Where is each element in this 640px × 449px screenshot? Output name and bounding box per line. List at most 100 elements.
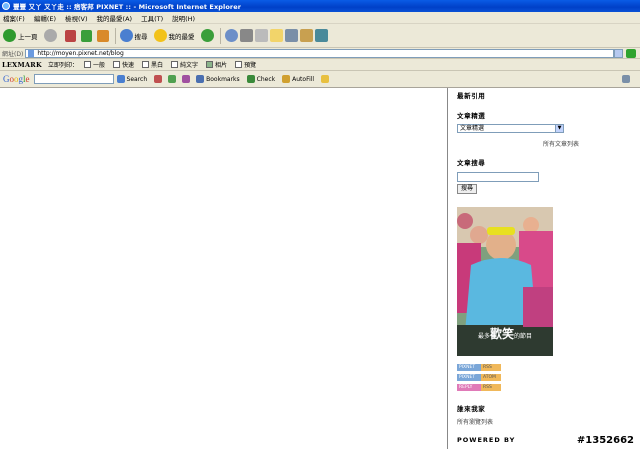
bookmarks-button[interactable]: Bookmarks [196, 75, 240, 83]
article-select-dropdown[interactable]: 文章精選 ▼ [457, 124, 564, 133]
go-icon[interactable] [626, 48, 636, 58]
lexmark-logo: LEXMARK [2, 60, 42, 69]
print-text-label: 純文字 [180, 62, 199, 69]
google-search-button[interactable]: Search [116, 75, 148, 83]
lexmark-toolbar: LEXMARK 立即列印： 一般 快速 黑白 純文字 相片 預覽 [0, 59, 640, 71]
google-logo: Google [3, 74, 30, 84]
badge-right-label: RSS [481, 384, 501, 391]
discuss-icon[interactable] [269, 29, 283, 42]
search-button[interactable]: 搜尋 [119, 29, 148, 42]
toolbar-separator [219, 27, 221, 44]
article-search-button[interactable]: 搜尋 [457, 184, 478, 194]
address-label: 網址(D) [2, 50, 24, 58]
google-search-label: Search [126, 75, 148, 83]
refresh-icon[interactable] [80, 29, 92, 42]
popup-blocker-icon[interactable] [154, 75, 163, 83]
page-content: 最新引用 文章精選 文章精選 ▼ 所有文章列表 文章搜尋 搜尋 最多歡笑的節目 … [0, 88, 640, 449]
pixnet-atom-badge[interactable]: PIXNET ATOM [457, 374, 501, 381]
image-id-watermark: #1352662 [576, 435, 634, 446]
spellcheck-button[interactable]: Check [246, 75, 276, 83]
favorites-button[interactable]: 我的最愛 [153, 29, 195, 42]
print-photo-button[interactable]: 相片 [206, 60, 227, 69]
promo-photo[interactable]: 最多歡笑的節目 [457, 207, 553, 356]
caption-part-a: 最多 [477, 333, 490, 340]
home-icon[interactable] [96, 29, 109, 42]
menu-help[interactable]: 說明(H) [172, 13, 195, 23]
tool-icon[interactable] [314, 29, 328, 42]
caption-part-b: 歡笑 [489, 327, 514, 341]
print-icon[interactable] [239, 29, 253, 42]
ie-icon [2, 2, 10, 10]
bookmarks-label: Bookmarks [206, 75, 240, 83]
spellcheck-label: Check [256, 75, 276, 83]
visitors-heading: 誰來我家 [457, 405, 486, 413]
badge-right-label: RSS [481, 364, 501, 371]
stop-icon[interactable] [64, 29, 76, 42]
print-bw-button[interactable]: 黑白 [142, 60, 163, 69]
print-preview-label: 預覽 [244, 62, 257, 69]
print-normal-icon [83, 61, 91, 68]
print-photo-label: 相片 [215, 62, 228, 69]
print-text-button[interactable]: 純文字 [171, 60, 198, 69]
address-dropdown-icon[interactable] [614, 48, 623, 58]
print-bw-label: 黑白 [151, 62, 164, 69]
promo-photo-caption: 最多歡笑的節目 [457, 325, 553, 342]
reply-rss-badge[interactable]: REPLY RSS [457, 384, 501, 391]
powered-by-label: POWERED BY [457, 436, 516, 444]
title-bar: 豐豐 又丫 又丫走 :: 痞客邦 PIXNET :: - Microsoft I… [0, 0, 640, 12]
mail-icon[interactable] [224, 29, 238, 42]
blog-sidebar: 最新引用 文章精選 文章精選 ▼ 所有文章列表 文章搜尋 搜尋 最多歡笑的節目 … [447, 88, 640, 449]
caption-part-c: 的節目 [514, 333, 533, 340]
back-arrow-icon [3, 29, 16, 42]
back-label: 上一頁 [18, 32, 38, 41]
autofill-button[interactable]: AutoFill [282, 75, 314, 83]
badge-left-label: PIXNET [457, 364, 481, 371]
print-normal-button[interactable]: 一般 [83, 60, 105, 69]
translate-icon[interactable] [168, 75, 177, 83]
badge-right-label: ATOM [481, 374, 501, 381]
google-search-input[interactable] [33, 74, 114, 84]
all-articles-link[interactable]: 所有文章列表 [543, 139, 579, 148]
print-preview-icon [235, 61, 243, 68]
messenger-icon[interactable] [284, 29, 298, 42]
menu-edit[interactable]: 編輯(E) [34, 13, 56, 23]
chevron-down-icon: ▼ [555, 125, 563, 132]
toolbar-separator [114, 27, 116, 44]
spellcheck-icon [246, 75, 255, 83]
article-search-input[interactable] [457, 172, 539, 182]
print-photo-icon [206, 61, 214, 68]
pixnet-rss-badge[interactable]: PIXNET RSS [457, 364, 501, 371]
forward-button[interactable] [43, 29, 59, 42]
settings-wrench-icon[interactable] [622, 75, 630, 83]
print-fast-button[interactable]: 快速 [113, 60, 134, 69]
print-preview-button[interactable]: 預覽 [235, 60, 256, 69]
google-search-icon [116, 75, 125, 83]
edit-icon[interactable] [254, 29, 268, 42]
google-toolbar: Google Search Bookmarks Check AutoFill [0, 71, 640, 88]
menu-tools[interactable]: 工具(T) [141, 13, 163, 23]
recent-quotes-heading: 最新引用 [457, 92, 486, 100]
highlight-icon[interactable] [321, 75, 330, 83]
menu-view[interactable]: 檢視(V) [65, 13, 88, 23]
pagerank-icon[interactable] [182, 75, 191, 83]
print-fast-icon [113, 61, 120, 68]
back-button[interactable]: 上一頁 [3, 29, 38, 42]
menu-bar: 檔案(F) 編輯(E) 檢視(V) 我的最愛(A) 工具(T) 說明(H) [0, 12, 640, 24]
article-select-heading: 文章精選 [457, 112, 486, 120]
article-search-heading: 文章搜尋 [457, 159, 486, 167]
menu-file[interactable]: 檔案(F) [3, 13, 25, 23]
research-icon[interactable] [299, 29, 313, 42]
visitors-link[interactable]: 所有瀏覽列表 [457, 417, 493, 426]
menu-favorites[interactable]: 我的最愛(A) [97, 13, 133, 23]
address-input[interactable]: http://moyen.pixnet.net/blog [25, 48, 614, 58]
bookmarks-star-icon [196, 75, 205, 83]
window-title: 豐豐 又丫 又丫走 :: 痞客邦 PIXNET :: - Microsoft I… [13, 3, 242, 11]
badge-left-label: REPLY [457, 384, 481, 391]
print-now-label: 立即列印： [47, 62, 78, 69]
print-bw-icon [142, 61, 150, 68]
article-select-value: 文章精選 [460, 125, 485, 132]
print-text-icon [171, 61, 179, 68]
favorites-label: 我的最愛 [168, 32, 195, 41]
history-icon[interactable] [200, 29, 214, 42]
address-url: http://moyen.pixnet.net/blog [37, 49, 124, 57]
